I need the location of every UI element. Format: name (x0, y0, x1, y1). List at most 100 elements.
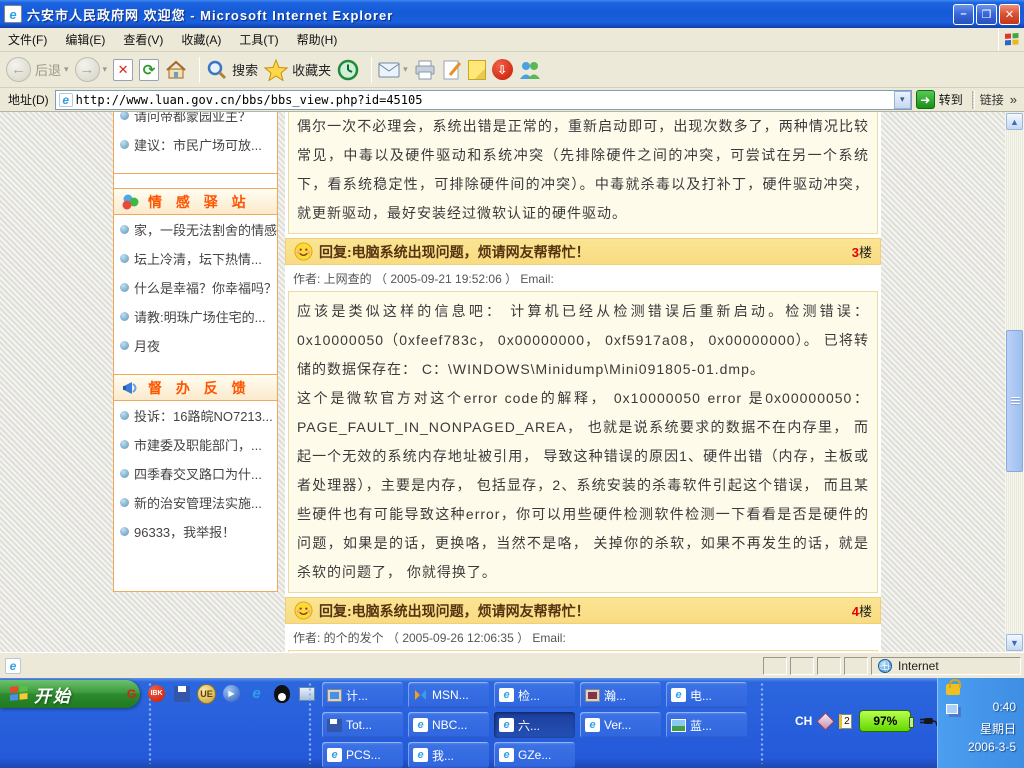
section-title: 督 办 反 馈 (148, 378, 251, 398)
lock-icon[interactable] (946, 684, 960, 695)
total-commander-icon[interactable] (172, 684, 191, 703)
forward-dropdown-icon[interactable]: ▾ (103, 64, 108, 75)
go-button[interactable]: ➜ 转到 (916, 90, 963, 109)
sidebar-link[interactable]: 投诉：16路皖NO7213... (134, 406, 273, 425)
menu-favorites[interactable]: 收藏(A) (181, 31, 221, 48)
notes-button[interactable] (468, 60, 486, 80)
links-label[interactable]: 链接 (980, 91, 1004, 108)
mail-dropdown-icon[interactable]: ▾ (403, 64, 408, 75)
sidebar-link[interactable]: 市建委及职能部门，... (134, 435, 262, 454)
task-button[interactable]: e电... (666, 682, 747, 708)
scrollbar-thumb[interactable] (1006, 330, 1023, 472)
menu-help[interactable]: 帮助(H) (297, 31, 338, 48)
power-plug-icon[interactable] (918, 714, 938, 728)
sidebar-link[interactable]: 新的治安管理法实施... (134, 493, 262, 512)
task-button[interactable]: 蓝... (666, 712, 747, 738)
list-item[interactable]: 家，一段无法割舍的情感 (114, 215, 277, 244)
vertical-scrollbar[interactable]: ▲ ▼ (1005, 112, 1024, 652)
flashget-icon[interactable]: G (122, 684, 141, 703)
mail-button[interactable]: ▾ (378, 62, 408, 78)
sidebar-link[interactable]: 请问帝都蒙园业主？ (134, 112, 251, 125)
app-window-icon[interactable] (297, 684, 316, 703)
home-button[interactable] (165, 60, 187, 80)
minimize-button[interactable]: – (953, 4, 974, 25)
sidebar-link[interactable]: 什么是幸福？你幸福吗？ (134, 278, 277, 297)
task-button[interactable]: e我... (408, 742, 489, 768)
bullet-icon (120, 527, 129, 536)
forward-button[interactable]: → ▾ (75, 57, 108, 82)
messenger-button[interactable] (519, 60, 541, 80)
list-item[interactable]: 投诉：16路皖NO7213... (114, 401, 277, 430)
address-dropdown-icon[interactable]: ▾ (894, 91, 911, 109)
media-player-icon[interactable]: ▶ (222, 684, 241, 703)
sidebar-link[interactable]: 请教:明珠广场住宅的... (134, 307, 265, 326)
ie-page-icon: e (499, 688, 514, 702)
list-item[interactable]: 96333，我举报！ (114, 517, 277, 546)
sidebar-link[interactable]: 坛上冷清，坛下热情... (134, 249, 262, 268)
list-item[interactable]: 请教:明珠广场住宅的... (114, 302, 277, 331)
input-method-icon[interactable] (817, 712, 835, 730)
task-button[interactable]: eVer... (580, 712, 661, 738)
task-button-active[interactable]: e六... (494, 712, 575, 738)
sidebar-link[interactable]: 96333，我举报！ (134, 522, 235, 541)
task-button[interactable]: MSN... (408, 682, 489, 708)
network-icon[interactable] (946, 704, 958, 714)
stop-button[interactable]: ✕ (113, 59, 133, 81)
task-button[interactable]: Tot... (322, 712, 403, 738)
sidebar-link[interactable]: 月夜 (134, 336, 160, 355)
refresh-button[interactable]: ⟳ (139, 59, 159, 81)
list-item[interactable]: 月夜 (114, 331, 277, 360)
list-item[interactable]: 市建委及职能部门，... (114, 430, 277, 459)
scroll-down-icon[interactable]: ▼ (1006, 634, 1023, 651)
task-button[interactable]: eGZe... (494, 742, 575, 768)
menu-view[interactable]: 查看(V) (123, 31, 163, 48)
status-zone-pane: Internet (871, 657, 1021, 675)
back-dropdown-icon[interactable]: ▾ (64, 64, 69, 75)
list-item[interactable]: 新的治安管理法实施... (114, 488, 277, 517)
list-item[interactable]: 什么是幸福？你幸福吗？ (114, 273, 277, 302)
red-badge-icon[interactable]: IBK (147, 684, 166, 703)
maximize-button[interactable]: ❐ (976, 4, 997, 25)
clock-panel[interactable]: 0:40 星期日 2006-3-5 (937, 678, 1024, 768)
task-button[interactable]: e检... (494, 682, 575, 708)
start-button[interactable]: 开始 (0, 680, 140, 708)
task-button[interactable]: 瀚... (580, 682, 661, 708)
battery-indicator[interactable]: 97% (859, 710, 911, 732)
edit-icon (442, 59, 462, 81)
scrollbar-grip (1011, 397, 1020, 405)
menu-tools[interactable]: 工具(T) (239, 31, 278, 48)
favorites-button[interactable]: 收藏夹 (264, 59, 331, 81)
ie-page-icon: e (413, 748, 428, 762)
task-button[interactable]: eNBC... (408, 712, 489, 738)
sidebar-link[interactable]: 家，一段无法割舍的情感 (134, 220, 277, 239)
menu-edit[interactable]: 编辑(E) (65, 31, 105, 48)
list-item[interactable]: 建议：市民广场可放... (114, 130, 277, 159)
language-indicator[interactable]: CH (795, 714, 812, 728)
menu-file[interactable]: 文件(F) (8, 31, 47, 48)
print-button[interactable] (414, 60, 436, 80)
links-overflow-chevron[interactable]: » (1010, 92, 1017, 107)
download-manager-button[interactable]: ⇩ (492, 59, 513, 80)
sidebar-spacer (114, 174, 277, 188)
history-button[interactable] (337, 59, 359, 81)
search-button[interactable]: 搜索 (206, 59, 258, 81)
sidebar-link[interactable]: 四季春交叉路口为什... (134, 464, 262, 483)
ie-quicklaunch-icon[interactable]: e (247, 684, 266, 703)
task-button[interactable]: 计... (322, 682, 403, 708)
status-pane (790, 657, 814, 675)
list-item[interactable]: 四季春交叉路口为什... (114, 459, 277, 488)
scroll-up-icon[interactable]: ▲ (1006, 113, 1023, 130)
close-button[interactable]: ✕ (999, 4, 1020, 25)
address-input[interactable] (76, 93, 894, 107)
list-item[interactable]: 请问帝都蒙园业主？ (114, 112, 277, 130)
sidebar-link[interactable]: 建议：市民广场可放... (134, 135, 262, 154)
ie-page-icon: e (499, 748, 514, 762)
list-item[interactable]: 坛上冷清，坛下热情... (114, 244, 277, 273)
ultraedit-icon[interactable]: UE (197, 684, 216, 703)
task-button[interactable]: ePCS... (322, 742, 403, 768)
back-button[interactable]: ← 后退 ▾ (6, 57, 69, 82)
tray-badge-icon[interactable]: 2 (839, 714, 852, 729)
edit-button[interactable] (442, 59, 462, 81)
back-icon: ← (6, 57, 31, 82)
qq-icon[interactable] (272, 684, 291, 703)
